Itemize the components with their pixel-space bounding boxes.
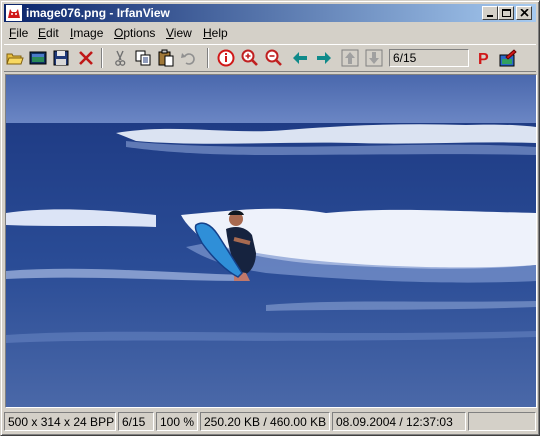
print-icon: P xyxy=(478,51,489,68)
delete-icon xyxy=(79,51,93,65)
status-size: 250.20 KB / 460.00 KB xyxy=(200,412,330,431)
menu-view[interactable]: View xyxy=(166,25,192,41)
info-button[interactable] xyxy=(216,48,236,68)
previous-icon xyxy=(293,52,307,64)
undo-icon xyxy=(181,53,195,65)
window-title: image076.png - IrfanView xyxy=(26,6,170,20)
cut-icon xyxy=(115,50,126,66)
status-dimensions: 500 x 314 x 24 BPP xyxy=(4,412,116,431)
copy-button[interactable] xyxy=(133,48,153,68)
status-bar: 500 x 314 x 24 BPP 6/15 100 % 250.20 KB … xyxy=(4,411,536,432)
info-icon xyxy=(217,49,235,67)
print-button[interactable]: P xyxy=(473,48,493,68)
minimize-button[interactable] xyxy=(482,6,498,20)
status-index: 6/15 xyxy=(118,412,154,431)
surfer-photo xyxy=(6,75,536,407)
slideshow-icon xyxy=(29,51,47,65)
save-icon xyxy=(53,50,69,66)
paste-icon xyxy=(158,49,174,67)
toolbar: 6/15 P xyxy=(4,44,536,72)
page-indicator: 6/15 xyxy=(389,49,469,67)
menu-file[interactable]: File xyxy=(9,25,28,41)
zoom-in-icon xyxy=(241,49,258,66)
undo-button[interactable] xyxy=(179,48,199,68)
status-zoom: 100 % xyxy=(156,412,198,431)
open-button[interactable] xyxy=(5,48,25,68)
close-icon xyxy=(520,9,529,17)
delete-button[interactable] xyxy=(76,48,96,68)
save-button[interactable] xyxy=(51,48,71,68)
cut-button[interactable] xyxy=(110,48,130,68)
open-folder-icon xyxy=(6,53,24,65)
paint-icon xyxy=(499,49,517,67)
paste-button[interactable] xyxy=(156,48,176,68)
toolbar-separator xyxy=(207,48,209,68)
zoom-out-button[interactable] xyxy=(264,48,284,68)
image-viewport[interactable] xyxy=(5,74,537,408)
first-file-icon xyxy=(341,49,359,67)
menu-options[interactable]: Options xyxy=(114,25,155,41)
zoom-out-icon xyxy=(265,49,282,66)
title-bar[interactable]: image076.png - IrfanView xyxy=(4,4,536,22)
minimize-icon xyxy=(487,15,493,17)
next-button[interactable] xyxy=(314,48,334,68)
menu-image[interactable]: Image xyxy=(70,25,103,41)
first-file-button[interactable] xyxy=(340,48,360,68)
irfanview-red-cat-icon xyxy=(6,5,22,21)
next-icon xyxy=(317,52,331,64)
menu-help[interactable]: Help xyxy=(203,25,228,41)
copy-icon xyxy=(135,50,151,66)
irfanview-window: image076.png - IrfanView File Edit Image… xyxy=(0,0,540,436)
svg-text:P: P xyxy=(478,51,489,68)
status-datetime: 08.09.2004 / 12:37:03 xyxy=(332,412,466,431)
close-button[interactable] xyxy=(516,6,532,20)
menu-edit[interactable]: Edit xyxy=(38,25,59,41)
menu-bar: File Edit Image Options View Help xyxy=(4,23,536,42)
status-empty xyxy=(468,412,536,431)
last-file-button[interactable] xyxy=(364,48,384,68)
maximize-icon xyxy=(502,9,511,17)
zoom-in-button[interactable] xyxy=(240,48,260,68)
previous-button[interactable] xyxy=(290,48,310,68)
slideshow-button[interactable] xyxy=(28,48,48,68)
toolbar-separator xyxy=(101,48,103,68)
paint-button[interactable] xyxy=(498,48,518,68)
last-file-icon xyxy=(365,49,383,67)
maximize-button[interactable] xyxy=(498,6,514,20)
